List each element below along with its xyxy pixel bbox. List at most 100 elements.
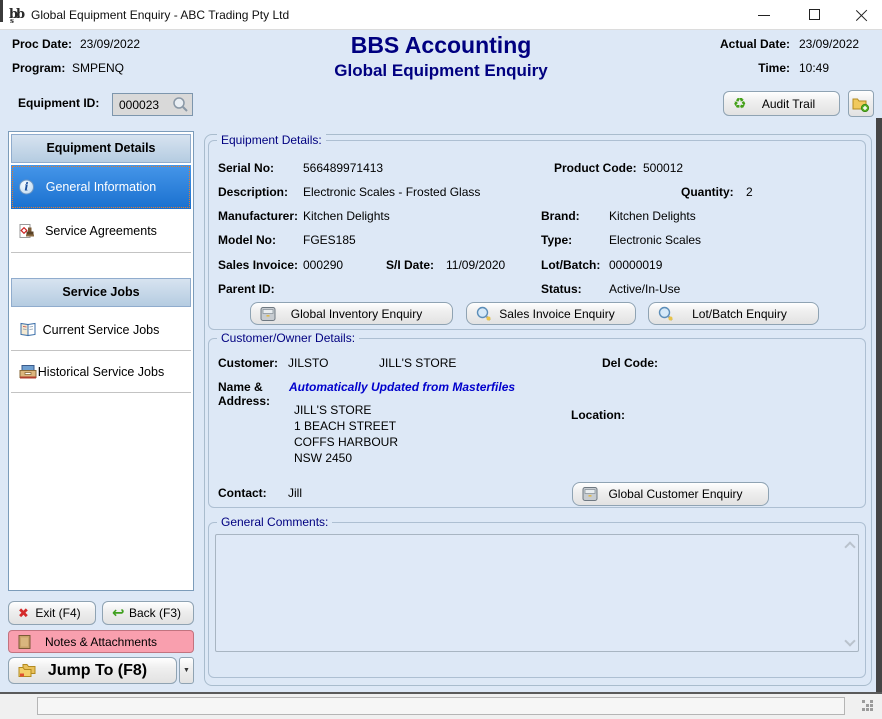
manufacturer-label: Manufacturer: (218, 209, 298, 223)
jump-to-button[interactable]: Jump To (F8) (8, 657, 177, 684)
resize-grip[interactable] (862, 700, 865, 703)
global-customer-enquiry-label: Global Customer Enquiry (608, 487, 742, 501)
general-comments-group-title: General Comments: (217, 515, 332, 529)
search-icon (658, 306, 674, 322)
title-bar: b b s Global Equipment Enquiry - ABC Tra… (0, 0, 882, 30)
brand-value: Kitchen Delights (609, 209, 696, 223)
back-button[interactable]: ↩ Back (F3) (102, 601, 194, 625)
app-logo-icon: b b s (8, 5, 27, 27)
product-code-label: Product Code: (554, 161, 637, 175)
brand-label: Brand: (541, 209, 580, 223)
actual-date-value: 23/09/2022 (799, 37, 859, 51)
inventory-cabinet-icon (260, 306, 276, 321)
sidebar-item-label: Historical Service Jobs (38, 365, 164, 379)
contact-value: Jill (288, 486, 302, 500)
jump-folders-icon (18, 663, 37, 678)
type-label: Type: (541, 233, 572, 247)
minimize-button[interactable] (744, 0, 784, 30)
notes-attachments-button[interactable]: Notes & Attachments (8, 630, 194, 653)
lot-batch-label: Lot/Batch: (541, 258, 600, 272)
del-code-label: Del Code: (602, 356, 658, 370)
customer-owner-group-title: Customer/Owner Details: (217, 331, 359, 345)
exit-x-icon: ✖ (18, 607, 29, 620)
global-inventory-enquiry-label: Global Inventory Enquiry (291, 307, 422, 321)
sidebar-item-historical-service-jobs[interactable]: Historical Service Jobs (11, 351, 191, 393)
lot-batch-enquiry-button[interactable]: Lot/Batch Enquiry (648, 302, 819, 325)
equipment-details-group-title: Equipment Details: (217, 133, 326, 147)
program-label: Program: (12, 61, 65, 75)
sales-invoice-enquiry-button[interactable]: Sales Invoice Enquiry (466, 302, 636, 325)
info-icon: i (19, 180, 34, 195)
customer-cabinet-icon (582, 487, 598, 502)
exit-button[interactable]: ✖ Exit (F4) (8, 601, 96, 625)
status-label: Status: (541, 282, 582, 296)
back-button-label: Back (F3) (129, 606, 181, 620)
auto-update-note: Automatically Updated from Masterfiles (289, 380, 515, 394)
sidebar-section-equipment-details: Equipment Details (11, 134, 191, 163)
comments-textarea[interactable] (215, 534, 859, 652)
general-comments-group: General Comments: (208, 522, 866, 678)
close-button[interactable] (842, 0, 882, 30)
stamp-icon (19, 222, 36, 239)
sidebar-item-service-agreements[interactable]: Service Agreements (11, 209, 191, 253)
parent-id-label: Parent ID: (218, 282, 275, 296)
sidebar-section-service-jobs: Service Jobs (11, 278, 191, 307)
screen-edge-artifact (0, 0, 3, 22)
name-address-label-line1: Name & (218, 380, 263, 394)
recycle-icon: ♻ (733, 96, 746, 111)
sidebar-item-label: General Information (46, 180, 156, 194)
program-value: SMPENQ (72, 61, 124, 75)
manufacturer-value: Kitchen Delights (303, 209, 390, 223)
address-line: NSW 2450 (294, 451, 352, 465)
app-title: BBS Accounting (201, 32, 681, 59)
close-icon (856, 9, 868, 21)
status-bar (0, 694, 882, 719)
address-line: 1 BEACH STREET (294, 419, 396, 433)
sales-invoice-enquiry-label: Sales Invoice Enquiry (499, 307, 614, 321)
app-window: b b s Global Equipment Enquiry - ABC Tra… (0, 0, 882, 719)
window-title: Global Equipment Enquiry - ABC Trading P… (31, 8, 289, 22)
sidebar-item-current-service-jobs[interactable]: Current Service Jobs (11, 309, 191, 351)
model-no-label: Model No: (218, 233, 276, 247)
back-arrow-icon: ↩ (112, 606, 125, 621)
page-title: Global Equipment Enquiry (201, 61, 681, 81)
maximize-button[interactable] (795, 0, 835, 30)
si-date-label: S/I Date: (386, 258, 434, 272)
time-label: Time: (705, 61, 790, 75)
quantity-label: Quantity: (681, 185, 734, 199)
maximize-icon (809, 9, 820, 20)
new-attachment-button[interactable] (848, 90, 874, 117)
status-value: Active/In-Use (609, 282, 680, 296)
global-inventory-enquiry-button[interactable]: Global Inventory Enquiry (250, 302, 453, 325)
product-code-value: 500012 (643, 161, 683, 175)
sidebar-item-label: Current Service Jobs (43, 323, 160, 337)
sidebar-item-general-information[interactable]: i General Information (11, 165, 191, 209)
serial-no-label: Serial No: (218, 161, 274, 175)
address-line: COFFS HARBOUR (294, 435, 398, 449)
svg-text:b: b (16, 7, 25, 22)
proc-date-label: Proc Date: (12, 37, 72, 51)
search-icon (476, 306, 492, 322)
customer-label: Customer: (218, 356, 278, 370)
notes-attachments-label: Notes & Attachments (45, 635, 157, 649)
open-book-icon (19, 322, 37, 337)
exit-button-label: Exit (F4) (35, 606, 80, 620)
time-value: 10:49 (799, 61, 829, 75)
sales-invoice-label: Sales Invoice: (218, 258, 298, 272)
status-bar-field (37, 697, 845, 715)
actual-date-label: Actual Date: (705, 37, 790, 51)
equipment-id-search-icon[interactable] (172, 96, 189, 113)
jump-to-dropdown-button[interactable]: ▼ (179, 657, 194, 684)
jump-to-label: Jump To (F8) (48, 662, 147, 680)
audit-trail-button[interactable]: ♻ Audit Trail (723, 91, 840, 116)
chevron-down-icon: ▼ (183, 667, 190, 674)
contact-label: Contact: (218, 486, 267, 500)
audit-trail-label: Audit Trail (762, 97, 815, 111)
svg-text:s: s (10, 16, 14, 24)
customer-name-value: JILL'S STORE (379, 356, 456, 370)
serial-no-value: 566489971413 (303, 161, 383, 175)
minimize-icon (758, 15, 770, 16)
global-customer-enquiry-button[interactable]: Global Customer Enquiry (572, 482, 769, 506)
customer-code-value: JILSTO (288, 356, 328, 370)
quantity-value: 2 (746, 185, 753, 199)
